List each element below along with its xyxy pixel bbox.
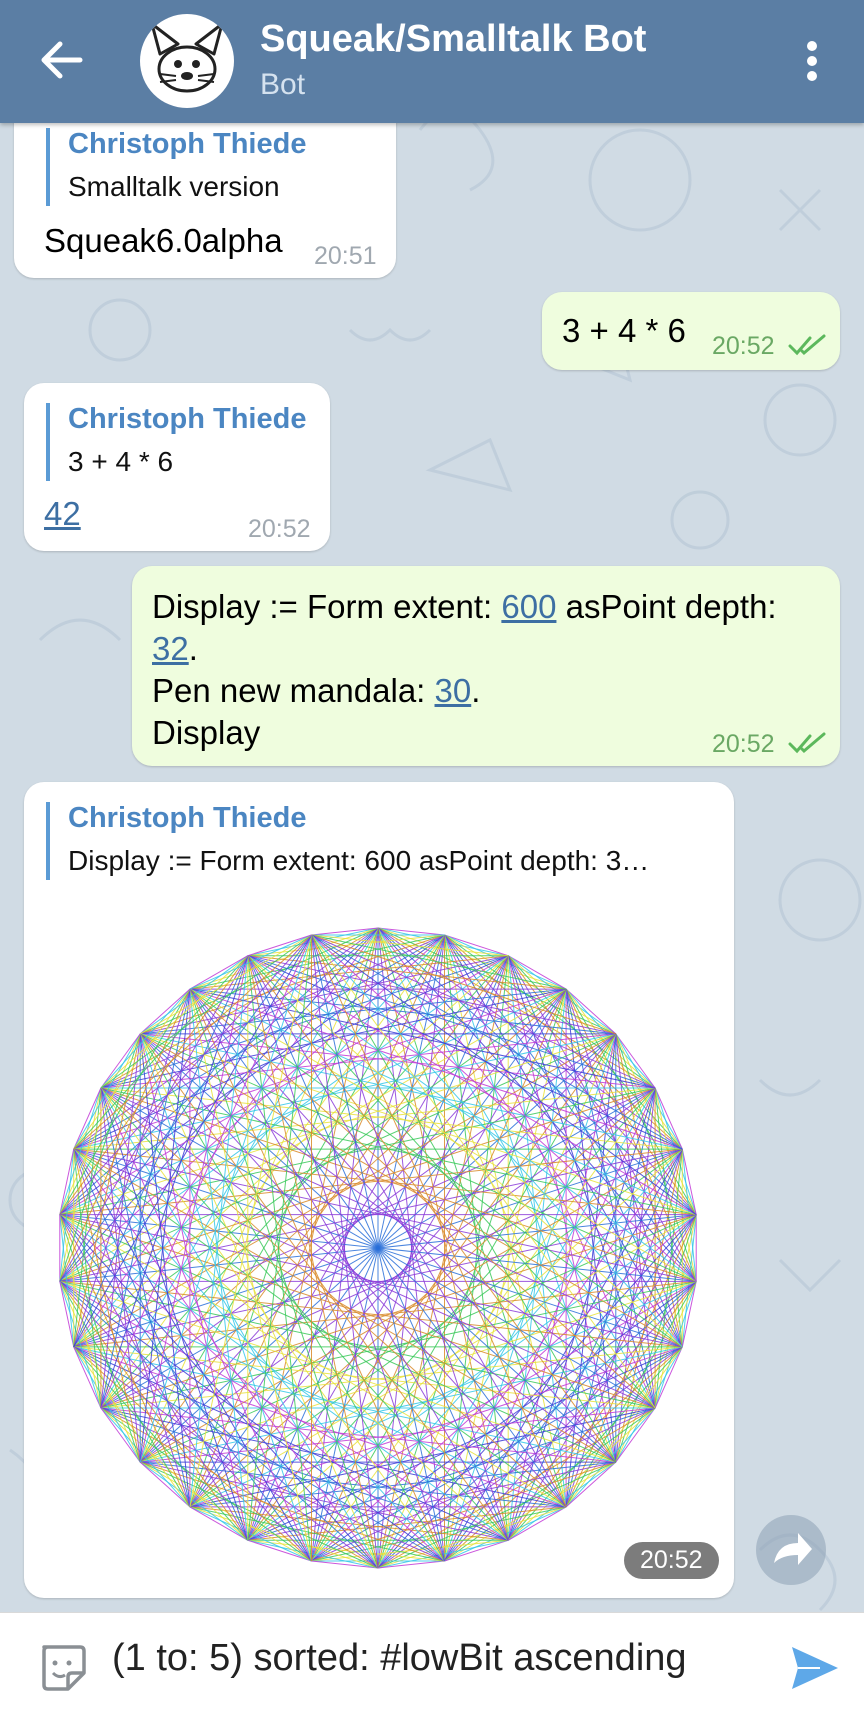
send-button[interactable]	[790, 1645, 840, 1691]
reply-quoted-text: Display := Form extent: 600 asPoint dept…	[68, 845, 650, 876]
mandala-line	[654, 1087, 683, 1150]
mandala-line	[139, 934, 312, 1463]
mandala-line	[377, 927, 567, 990]
mandala-line	[59, 955, 249, 1215]
double-check-icon	[788, 334, 826, 356]
mandala-line	[73, 1346, 249, 1541]
code-text: Pen new mandala:	[152, 672, 435, 709]
message-bubble-incoming[interactable]: Christoph Thiede Display := Form extent:…	[24, 782, 734, 1598]
message-input[interactable]: (1 to: 5) sorted: #lowBit ascending	[112, 1637, 752, 1697]
number-link[interactable]: 32	[152, 630, 189, 667]
mandala-line	[73, 1346, 102, 1409]
mandala-line	[100, 988, 191, 1409]
mandala-line	[565, 988, 656, 1409]
sticker-button[interactable]	[36, 1641, 88, 1693]
message-time: 20:51	[314, 242, 377, 270]
code-text: Display := Form extent:	[152, 588, 502, 625]
code-text: asPoint depth:	[556, 588, 777, 625]
back-button[interactable]	[32, 30, 92, 90]
mandala-line	[507, 1281, 697, 1541]
message-bubble-outgoing[interactable]: Display := Form extent: 600 asPoint dept…	[132, 566, 840, 766]
reply-quoted-text: 3 + 4 * 6	[68, 446, 174, 477]
share-button[interactable]	[756, 1515, 826, 1585]
reply-sender-name: Christoph Thiede	[68, 128, 307, 160]
share-arrow-icon	[774, 1533, 812, 1565]
mandala-line	[507, 955, 697, 1215]
mandala-line	[377, 1506, 567, 1569]
mandala-line	[139, 1033, 312, 1562]
number-link[interactable]: 30	[435, 672, 472, 709]
reply-quote[interactable]: Christoph Thiede Smalltalk version	[46, 128, 306, 206]
mandala-line	[654, 1346, 683, 1409]
bot-avatar[interactable]	[140, 14, 234, 108]
image-time: 20:52	[624, 1542, 719, 1579]
mandala-line	[100, 1087, 312, 1562]
more-menu-button[interactable]	[790, 36, 834, 86]
message-bubble-incoming[interactable]: Christoph Thiede 3 + 4 * 6 42 20:52	[24, 383, 330, 551]
more-vertical-icon	[807, 41, 817, 81]
message-bubble-outgoing[interactable]: 3 + 4 * 6 20:52	[542, 292, 840, 370]
reply-quote[interactable]: Christoph Thiede 3 + 4 * 6	[46, 403, 306, 481]
mandala-line	[565, 1087, 656, 1508]
message-time: 20:52	[248, 515, 311, 543]
message-text: 3 + 4 * 6	[562, 312, 686, 349]
message-time: 20:52	[712, 332, 775, 360]
code-text: Display	[152, 714, 261, 751]
double-check-icon	[788, 732, 826, 754]
mandala-line	[73, 1087, 102, 1150]
mouse-avatar-icon	[150, 22, 224, 93]
chat-subtitle: Bot	[260, 68, 306, 101]
reply-sender-name: Christoph Thiede	[68, 403, 307, 435]
message-bubble-incoming[interactable]: Christoph Thiede Smalltalk version Squea…	[14, 100, 396, 278]
code-text: .	[188, 630, 198, 667]
mandala-line	[100, 1087, 191, 1508]
message-input-bar: (1 to: 5) sorted: #lowBit ascending	[0, 1612, 864, 1721]
mandala-image[interactable]	[48, 898, 708, 1578]
message-body: Display := Form extent: 600 asPoint dept…	[152, 586, 777, 754]
sticker-icon	[42, 1645, 86, 1691]
mandala-line	[100, 934, 312, 1409]
reply-quoted-text: Smalltalk version	[68, 171, 280, 202]
number-link[interactable]: 600	[501, 588, 556, 625]
chat-title[interactable]: Squeak/Smalltalk Bot	[260, 18, 646, 61]
mandala-drawing	[59, 927, 697, 1569]
chat-header: Squeak/Smalltalk Bot Bot	[0, 0, 864, 123]
arrow-left-icon	[41, 41, 83, 79]
send-icon	[792, 1647, 838, 1689]
mandala-line	[444, 934, 656, 1409]
reply-quote[interactable]: Christoph Thiede Display := Form extent:…	[46, 802, 649, 880]
mandala-line	[444, 1087, 656, 1562]
code-text: .	[471, 672, 481, 709]
mandala-line	[189, 1506, 379, 1569]
mandala-line	[189, 927, 379, 990]
mandala-line	[59, 1281, 249, 1541]
mandala-line	[73, 955, 249, 1150]
result-link[interactable]: 42	[44, 495, 81, 533]
message-time: 20:52	[712, 730, 775, 758]
mandala-line	[247, 955, 379, 1569]
mandala-lines	[59, 927, 697, 1569]
reply-sender-name: Christoph Thiede	[68, 802, 307, 834]
message-text: Squeak6.0alpha	[44, 222, 283, 259]
